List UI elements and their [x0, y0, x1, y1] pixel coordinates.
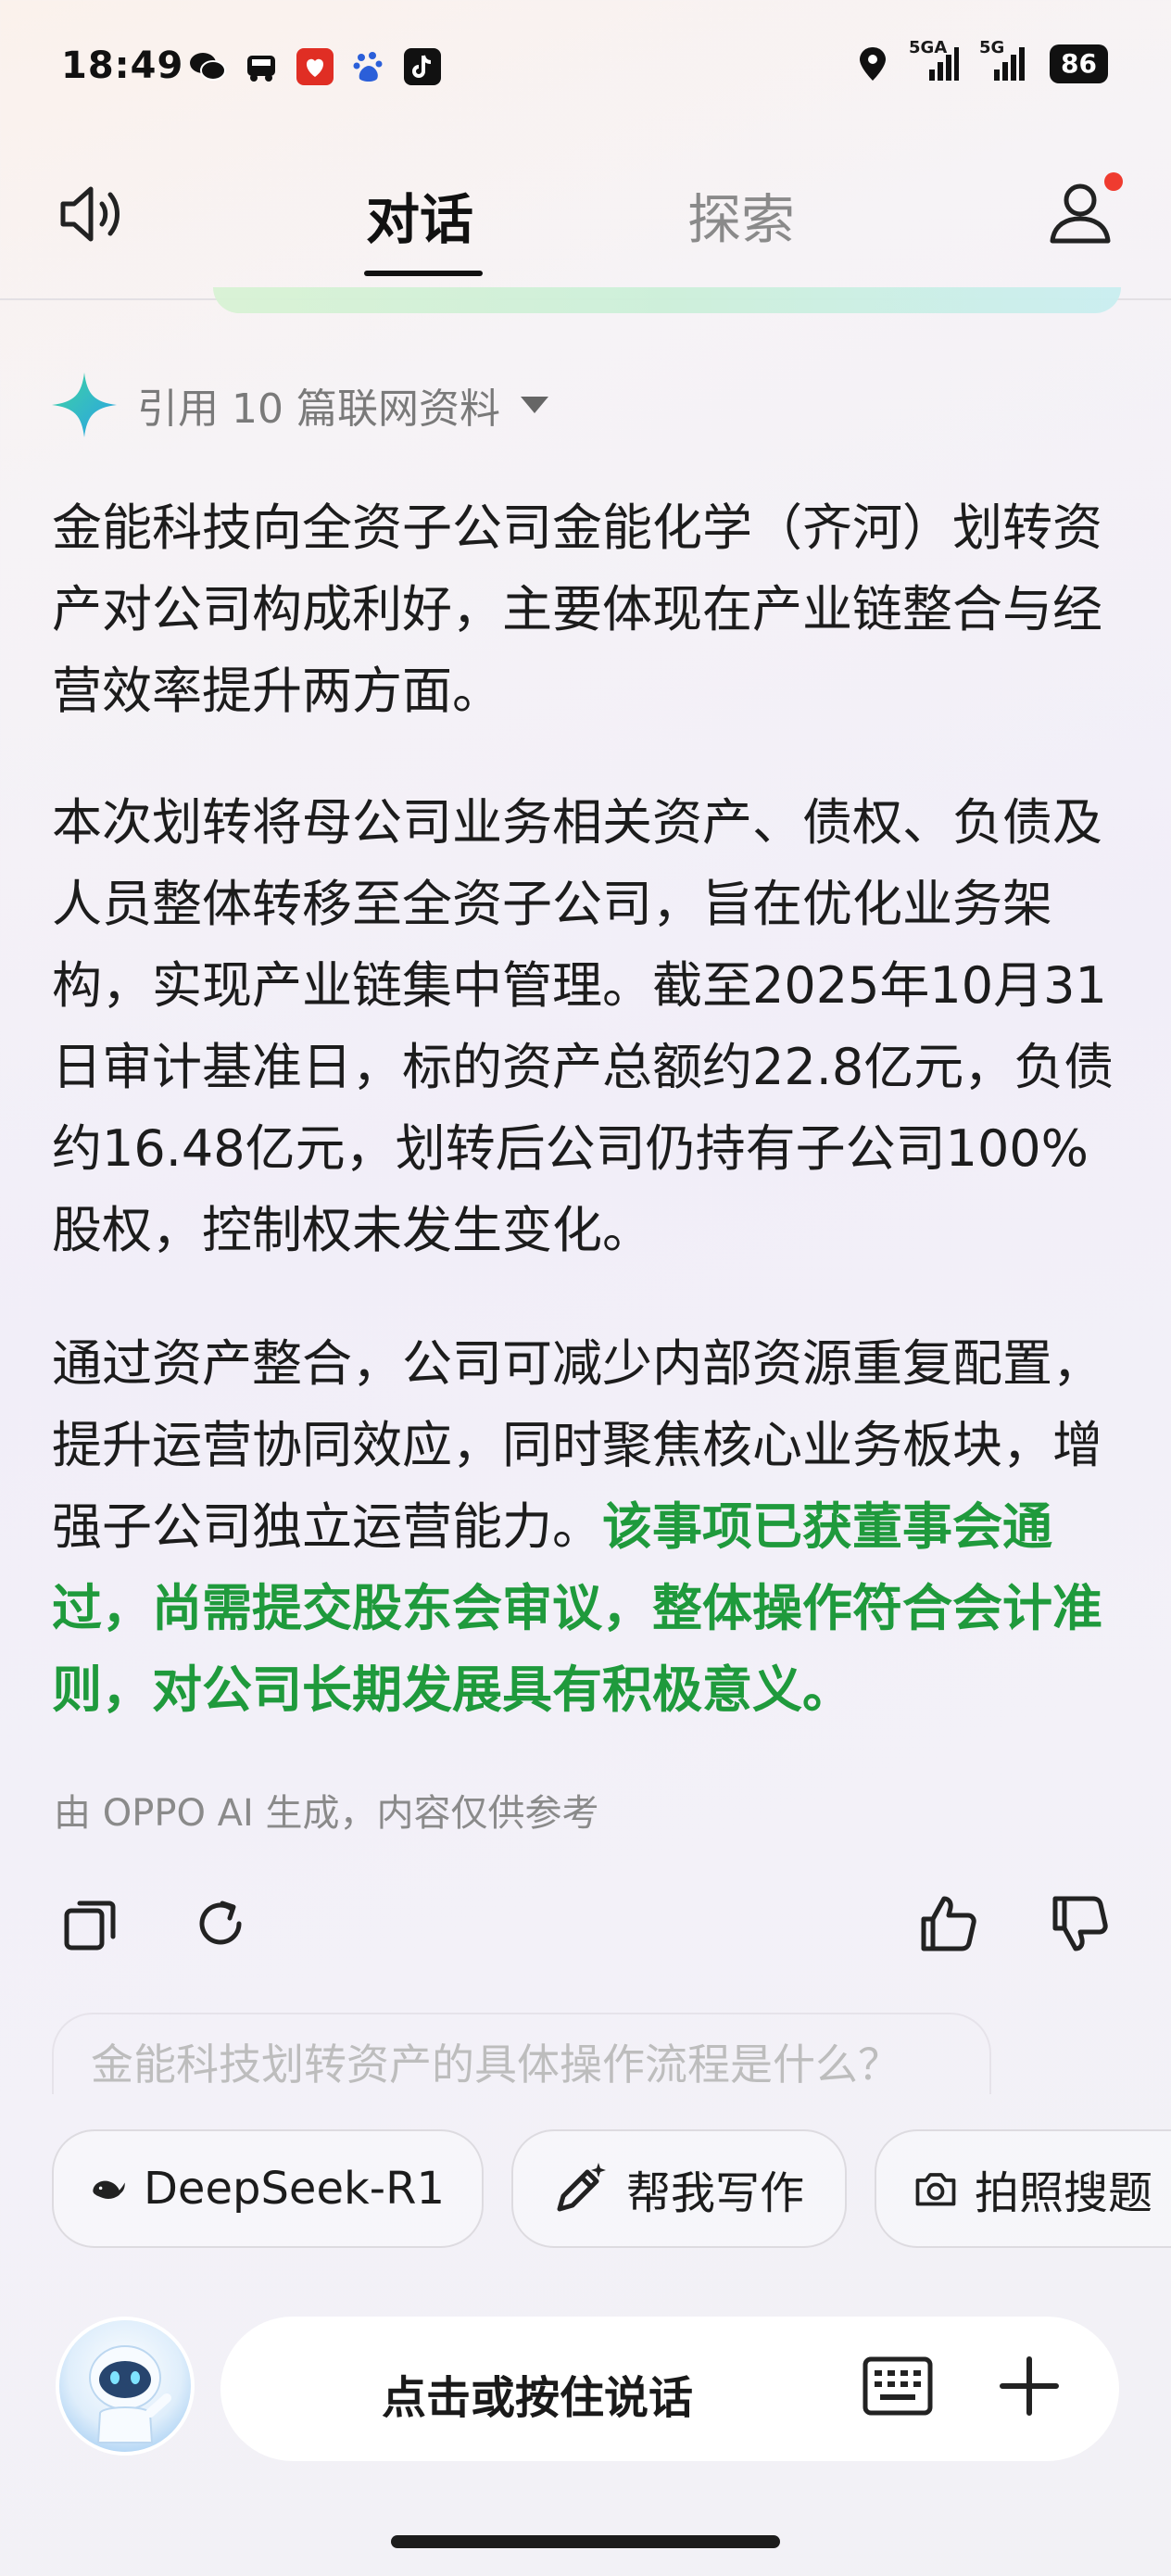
signal-2: 5G — [979, 38, 1029, 82]
baidu-icon — [350, 48, 387, 85]
reference-toggle[interactable]: 引用 10 篇联网资料 — [50, 371, 550, 439]
robot-mascot-icon — [89, 2345, 171, 2443]
copy-button[interactable] — [57, 1890, 124, 1957]
assistant-avatar[interactable] — [56, 2317, 195, 2456]
battery-indicator: 86 — [1050, 44, 1108, 83]
profile-button[interactable] — [1045, 178, 1115, 252]
previous-message-edge — [213, 287, 1121, 313]
refresh-icon — [199, 1900, 242, 1945]
like-button[interactable] — [915, 1890, 982, 1957]
answer-paragraph-2: 本次划转将母公司业务相关资产、债权、负债及人员整体转移至全资子公司，旨在优化业务… — [52, 793, 1114, 1259]
voice-input-prompt: 点击或按住说话 — [382, 2372, 694, 2424]
network-1-label: 5GA — [909, 38, 948, 57]
deepseek-chip[interactable]: DeepSeek-R1 — [52, 2129, 484, 2248]
location-icon — [860, 47, 887, 81]
wechat-icon — [189, 48, 226, 85]
pen-sparkle-icon — [557, 2163, 606, 2212]
speaker-icon — [60, 186, 120, 242]
regenerate-button[interactable] — [187, 1890, 254, 1957]
status-right: 5GA 5G 86 — [857, 38, 1108, 83]
suggested-question-text: 金能科技划转资产的具体操作流程是什么？ — [91, 2039, 900, 2090]
status-time: 18:49 — [61, 44, 184, 87]
dislike-button[interactable] — [1047, 1890, 1114, 1957]
home-indicator — [391, 2535, 780, 2548]
thumbs-down-icon — [1052, 1896, 1108, 1951]
thumbs-up-icon — [921, 1896, 976, 1951]
write-chip-label: 帮我写作 — [626, 2167, 805, 2219]
photo-search-chip-label: 拍照搜题 — [974, 2167, 1152, 2219]
sparkle-icon — [52, 373, 117, 437]
top-nav — [0, 139, 1171, 300]
user-icon — [1050, 183, 1111, 244]
tab-explore[interactable]: 探索 — [687, 176, 795, 254]
pinduoduo-icon — [296, 48, 334, 85]
tab-active-indicator — [364, 271, 483, 276]
status-app-icons — [189, 48, 441, 85]
keyboard-icon — [863, 2356, 933, 2416]
copy-icon — [64, 1900, 116, 1951]
taxi-icon — [243, 48, 280, 85]
ai-disclaimer: 由 OPPO AI 生成，内容仅供参考 — [54, 1792, 599, 1835]
network-2-label: 5G — [979, 38, 1005, 57]
answer-paragraph-1: 金能科技向全资子公司金能化学（齐河）划转资产对公司构成利好，主要体现在产业链整合… — [52, 499, 1102, 720]
notification-dot — [1104, 172, 1123, 191]
keyboard-button[interactable] — [862, 2355, 934, 2420]
dropdown-triangle-icon — [520, 397, 548, 413]
camera-icon — [915, 2173, 956, 2206]
write-chip[interactable]: 帮我写作 — [511, 2129, 847, 2248]
tiktok-icon — [404, 48, 441, 85]
reference-label: 引用 10 篇联网资料 — [137, 385, 500, 433]
photo-search-chip[interactable]: 拍照搜题 — [875, 2129, 1171, 2248]
whale-icon — [93, 2180, 125, 2199]
answer-paragraph-3: 通过资产整合，公司可减少内部资源重复配置，提升运营协同效应，同时聚焦核心业务板块… — [52, 1323, 1117, 1731]
signal-1: 5GA — [909, 38, 960, 82]
speaker-button[interactable] — [57, 182, 124, 250]
suggested-question[interactable]: 金能科技划转资产的具体操作流程是什么？ — [52, 2013, 991, 2094]
deepseek-chip-label: DeepSeek-R1 — [143, 2163, 445, 2215]
tab-chat[interactable]: 对话 — [366, 176, 473, 254]
add-button[interactable] — [997, 2354, 1062, 2422]
plus-icon — [1000, 2356, 1059, 2416]
